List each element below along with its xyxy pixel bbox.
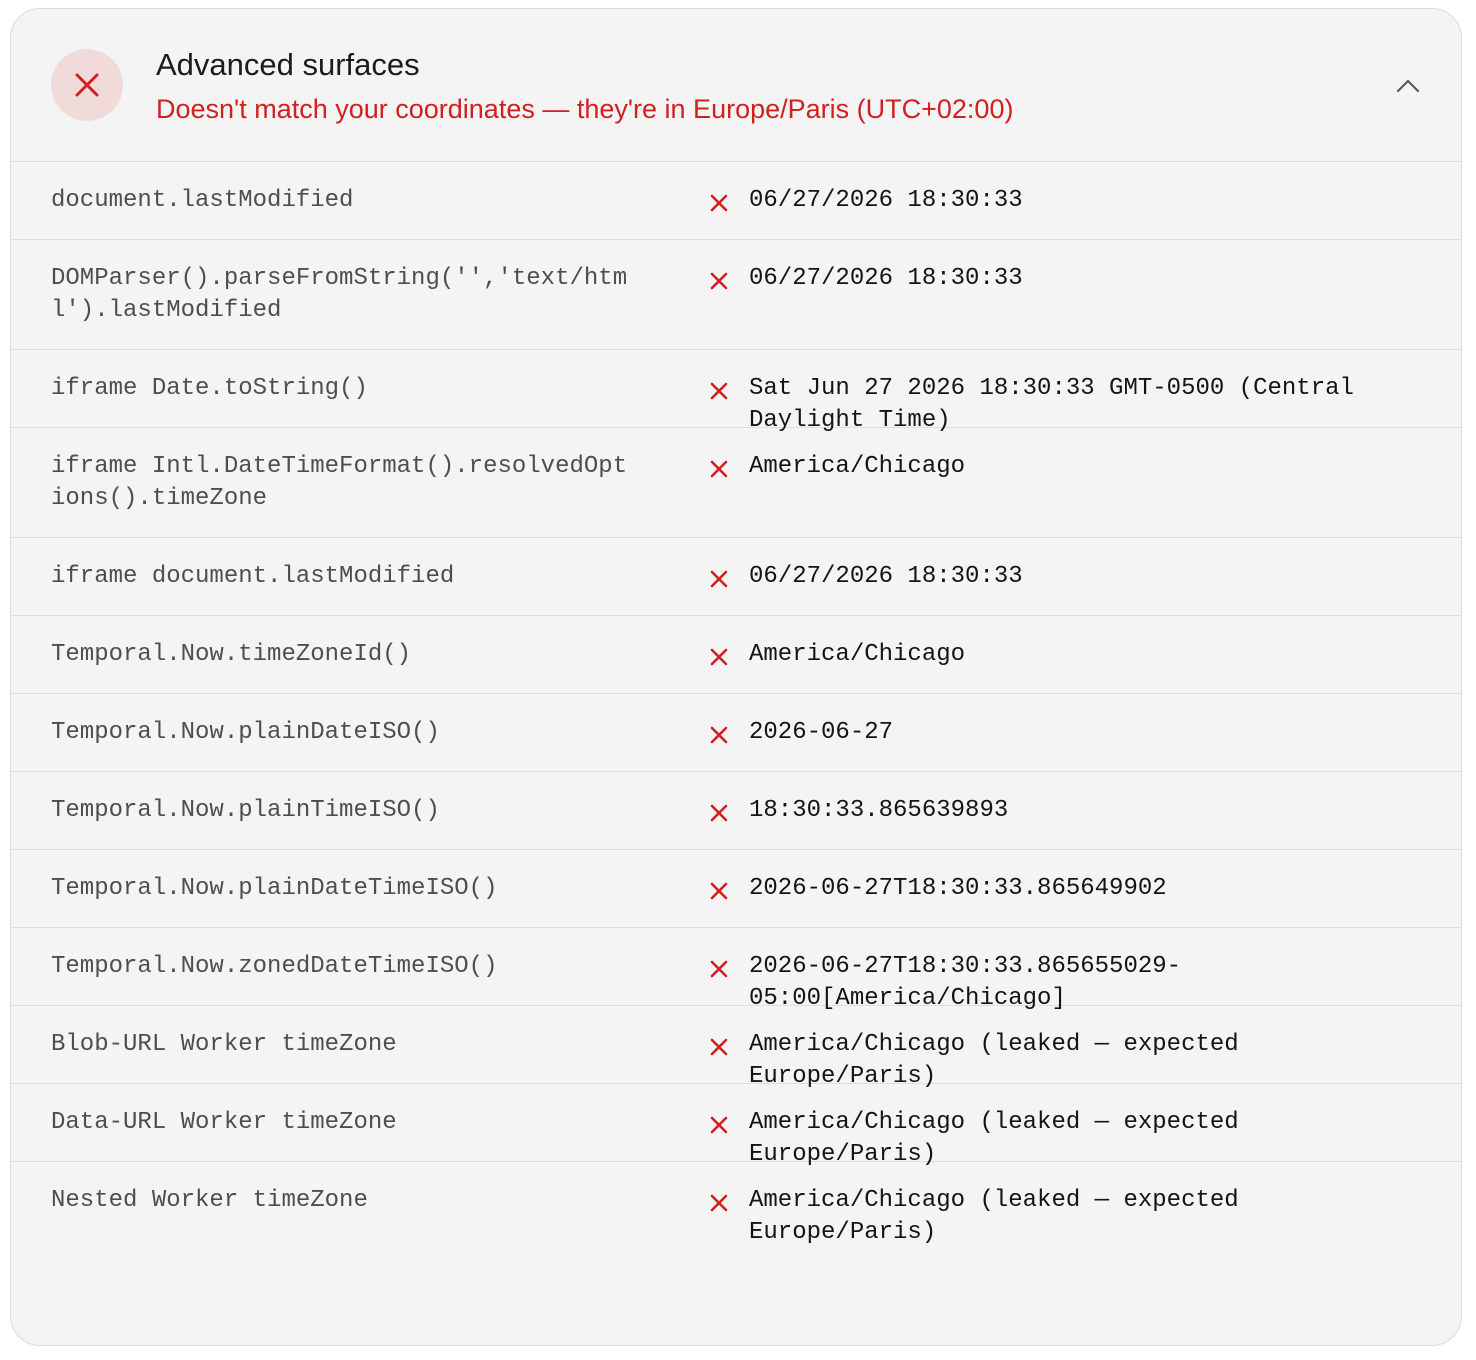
chevron-up-icon: [1396, 79, 1420, 93]
result-value: 2026-06-27T18:30:33.865649902: [749, 875, 1167, 902]
result-label: document.lastModified: [51, 187, 354, 214]
result-row: Nested Worker timeZone America/Chicago (…: [11, 1162, 1461, 1246]
fail-x-icon: [710, 1116, 728, 1134]
fail-x-icon: [710, 648, 728, 666]
result-value: 18:30:33.865639893: [749, 797, 1009, 824]
section-title: Advanced surfaces: [156, 47, 420, 82]
result-label: Temporal.Now.plainTimeISO(): [51, 797, 440, 824]
result-row: Temporal.Now.plainDateISO() 2026-06-27: [11, 694, 1461, 772]
result-label: Temporal.Now.timeZoneId(): [51, 641, 412, 668]
result-row: Data-URL Worker timeZone America/Chicago…: [11, 1084, 1461, 1168]
result-row: Temporal.Now.plainTimeISO() 18:30:33.865…: [11, 772, 1461, 850]
fail-x-icon: [710, 726, 728, 744]
result-row: iframe Intl.DateTimeFormat().resolvedOpt…: [11, 428, 1461, 538]
result-value: 06/27/2026 18:30:33: [749, 265, 1023, 292]
result-row: DOMParser().parseFromString('','text/htm…: [11, 240, 1461, 350]
result-row: iframe document.lastModified 06/27/2026 …: [11, 538, 1461, 616]
collapse-button[interactable]: [1389, 67, 1427, 105]
result-label: Temporal.Now.plainDateISO(): [51, 719, 440, 746]
result-value: 06/27/2026 18:30:33: [749, 563, 1023, 590]
fail-x-icon: [710, 460, 728, 478]
result-label: iframe Date.toString(): [51, 375, 368, 402]
fail-status-badge: [51, 49, 123, 121]
fail-x-icon: [710, 272, 728, 290]
fail-x-icon: [710, 194, 728, 212]
result-label: iframe Intl.DateTimeFormat().resolvedOpt…: [51, 453, 628, 512]
fail-x-icon: [710, 882, 728, 900]
fail-x-icon: [710, 382, 728, 400]
result-label: Data-URL Worker timeZone: [51, 1109, 397, 1136]
fail-x-icon: [710, 1038, 728, 1056]
result-label: Temporal.Now.zonedDateTimeISO(): [51, 953, 498, 980]
result-value: America/Chicago: [749, 641, 966, 668]
fail-x-icon: [710, 570, 728, 588]
result-label: Blob-URL Worker timeZone: [51, 1031, 397, 1058]
fail-x-icon: [710, 1194, 728, 1212]
result-value: 06/27/2026 18:30:33: [749, 187, 1023, 214]
result-row: Temporal.Now.timeZoneId() America/Chicag…: [11, 616, 1461, 694]
result-label: DOMParser().parseFromString('','text/htm…: [51, 265, 628, 324]
result-value: America/Chicago (leaked — expected Europ…: [749, 1187, 1239, 1246]
result-row: document.lastModified 06/27/2026 18:30:3…: [11, 162, 1461, 240]
result-value: America/Chicago: [749, 453, 966, 480]
advanced-surfaces-card: Advanced surfaces Doesn't match your coo…: [10, 8, 1462, 1346]
result-row: Temporal.Now.plainDateTimeISO() 2026-06-…: [11, 850, 1461, 928]
result-row: Temporal.Now.zonedDateTimeISO() 2026-06-…: [11, 928, 1461, 1012]
result-row: Blob-URL Worker timeZone America/Chicago…: [11, 1006, 1461, 1090]
fail-x-icon: [710, 804, 728, 822]
section-subtitle: Doesn't match your coordinates — they're…: [156, 94, 1014, 124]
result-row: iframe Date.toString() Sat Jun 27 2026 1…: [11, 350, 1461, 434]
result-label: Nested Worker timeZone: [51, 1187, 368, 1214]
close-icon: [75, 73, 99, 97]
fail-x-icon: [710, 960, 728, 978]
section-header[interactable]: Advanced surfaces Doesn't match your coo…: [11, 9, 1461, 162]
result-label: iframe document.lastModified: [51, 563, 455, 590]
result-value: 2026-06-27: [749, 719, 894, 746]
results-list: document.lastModified 06/27/2026 18:30:3…: [11, 162, 1461, 1246]
result-label: Temporal.Now.plainDateTimeISO(): [51, 875, 498, 902]
